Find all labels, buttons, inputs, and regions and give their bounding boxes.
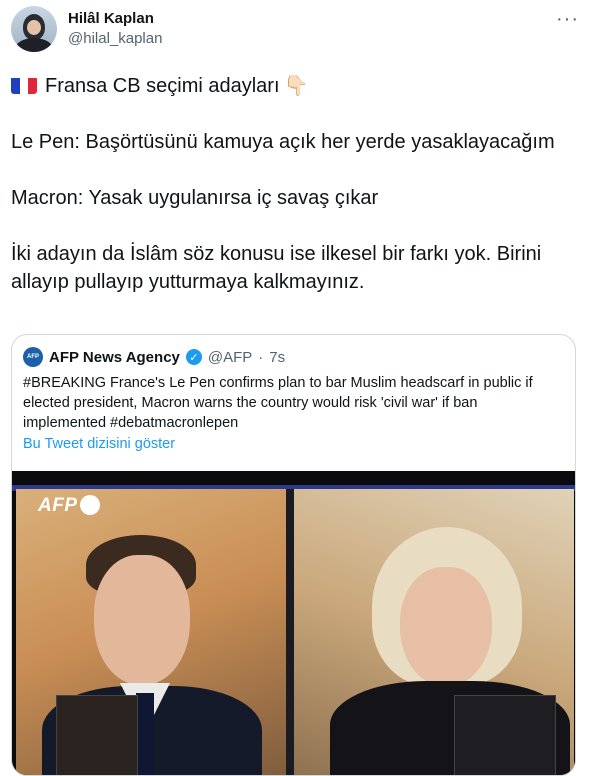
quoted-tweet-card[interactable]: AFP AFP News Agency ✓ @AFP · 7s #BREAKIN… [11,334,576,776]
sign-language-inset-left [56,695,138,775]
tweet-line-3: Macron: Yasak uygulanırsa iç savaş çıkar [11,187,379,209]
afp-avatar-icon[interactable]: AFP [23,347,43,367]
person-left-face [94,555,190,685]
person-left-tie [136,693,154,775]
afp-watermark-logo: AFP [38,495,78,516]
show-thread-link[interactable]: Bu Tweet dizisini göster [23,436,175,452]
tweet-line-1-text: Fransa CB seçimi adayları [45,75,280,97]
verified-badge-icon: ✓ [185,349,202,365]
quoted-tweet-text: #BREAKING France's Le Pen confirms plan … [23,375,533,431]
more-options-icon[interactable]: ··· [556,8,579,31]
pointing-down-emoji: 👇🏻 [283,75,309,97]
author-name[interactable]: Hilâl Kaplan [68,10,154,27]
separator-dot: · [258,348,264,366]
tweet-line-4: İki adayın da İslâm söz konusu ise ilkes… [11,243,542,293]
quoted-timestamp[interactable]: 7s [269,349,285,366]
tweet-line-1: Fransa CB seçimi adayları 👇🏻 [11,72,583,100]
person-right-face [400,567,492,687]
sign-language-inset-right [454,695,556,775]
quoted-author-handle[interactable]: @AFP [208,349,252,366]
france-flag-icon [11,76,37,94]
afp-watermark-dot [80,495,100,515]
tweet-text: Fransa CB seçimi adayları 👇🏻 Le Pen: Başö… [11,72,583,296]
quoted-author-name[interactable]: AFP News Agency [49,349,180,366]
author-avatar[interactable] [11,6,57,52]
tweet-line-2: Le Pen: Başörtüsünü kamuya açık her yerd… [11,131,555,153]
screen-divider [286,489,294,775]
author-handle[interactable]: @hilal_kaplan [68,30,162,47]
quoted-tweet-image[interactable]: AFP [12,471,575,775]
quoted-tweet-header: AFP AFP News Agency ✓ @AFP · 7s [23,347,285,367]
